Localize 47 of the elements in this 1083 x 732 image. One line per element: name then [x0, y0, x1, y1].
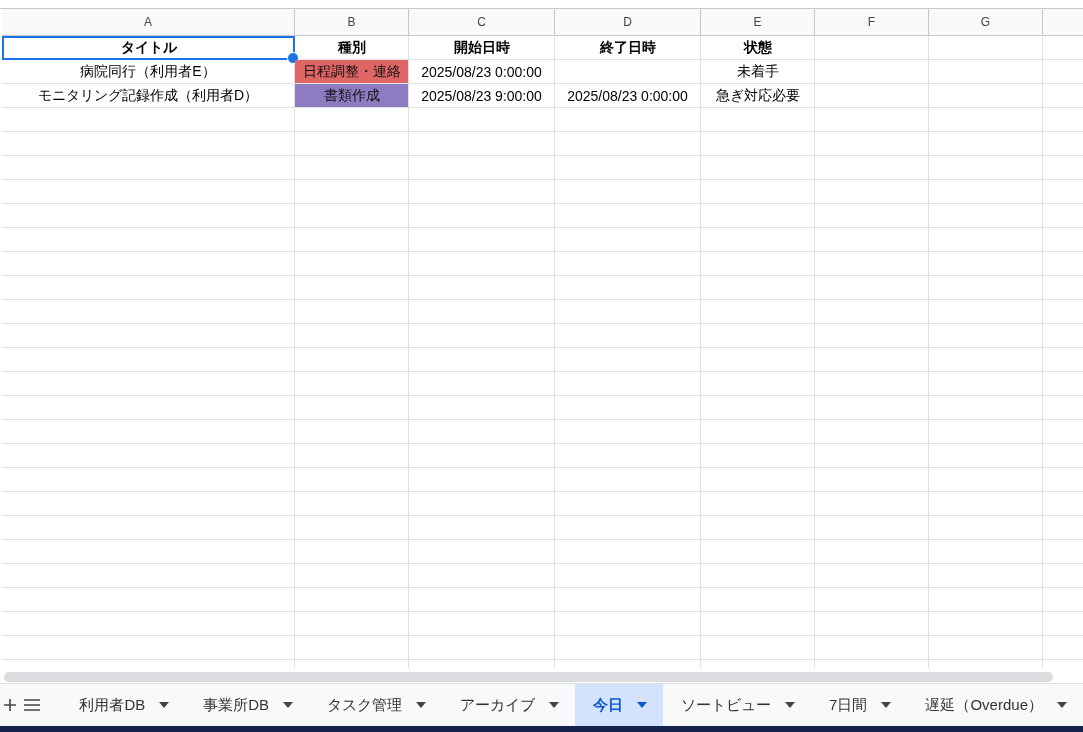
column-header[interactable]: A [2, 9, 295, 36]
sheet-tab[interactable]: ソートビュー [663, 684, 812, 726]
table-cell-text: 未着手 [735, 61, 780, 81]
horizontal-scrollbar[interactable] [4, 672, 1053, 682]
tab-label: 遅延（Overdue） [925, 695, 1043, 715]
column-header[interactable]: B [295, 9, 409, 36]
column-header[interactable]: C [409, 9, 555, 36]
sheet-tab[interactable]: 事業所DB [185, 684, 310, 726]
tab-label: ソートビュー [681, 695, 772, 715]
column-header[interactable]: D [555, 9, 701, 36]
table-cell-text: 開始日時 [452, 37, 511, 57]
sheet-tab[interactable]: アーカイブ [442, 684, 576, 726]
column-header[interactable]: G [929, 9, 1043, 36]
sheet-tab[interactable]: 利用者DB [61, 684, 186, 726]
table-cell-text: 病院同行（利用者E） [79, 61, 217, 81]
sheet-tab[interactable]: 今日 [575, 684, 664, 726]
menu-icon [23, 699, 42, 711]
caret-icon [1057, 702, 1067, 708]
plus-icon [3, 698, 18, 712]
table-cell: 日程調整・連絡 [295, 60, 408, 83]
column-header[interactable]: E [701, 9, 815, 36]
tab-label: アーカイブ [460, 695, 536, 715]
sheet-tab[interactable]: 遅延（Overdue） [907, 684, 1083, 726]
table-cell-text: 種別 [336, 37, 367, 57]
column-header[interactable]: F [815, 9, 929, 36]
table-cell-text: 終了日時 [598, 37, 657, 57]
tab-label: 今日 [593, 695, 624, 715]
table-cell-text: モニタリング記録作成（利用者D） [36, 85, 260, 105]
sheet-tab[interactable]: タスク管理 [309, 684, 443, 726]
tab-label: 事業所DB [203, 695, 270, 715]
tab-label: タスク管理 [327, 695, 403, 715]
caret-icon [283, 702, 294, 708]
table-cell-text: 急ぎ対応必要 [714, 85, 801, 105]
caret-icon [549, 702, 560, 708]
tab-label: 利用者DB [79, 695, 146, 715]
caret-icon [416, 702, 427, 708]
caret-icon [637, 702, 648, 708]
caret-icon [159, 702, 170, 708]
table-cell-text: 2025/08/23 0:00:00 [420, 62, 543, 82]
caret-icon [881, 702, 892, 708]
table-cell-text: 状態 [742, 37, 773, 57]
tab-label: 7日間 [829, 695, 868, 715]
table-cell-text: 2025/08/23 9:00:00 [420, 86, 543, 106]
caret-icon [785, 702, 796, 708]
sheet-tab[interactable]: 7日間 [811, 684, 908, 726]
table-cell-text: 2025/08/23 0:00:00 [566, 86, 689, 106]
table-cell: 書類作成 [295, 84, 408, 107]
